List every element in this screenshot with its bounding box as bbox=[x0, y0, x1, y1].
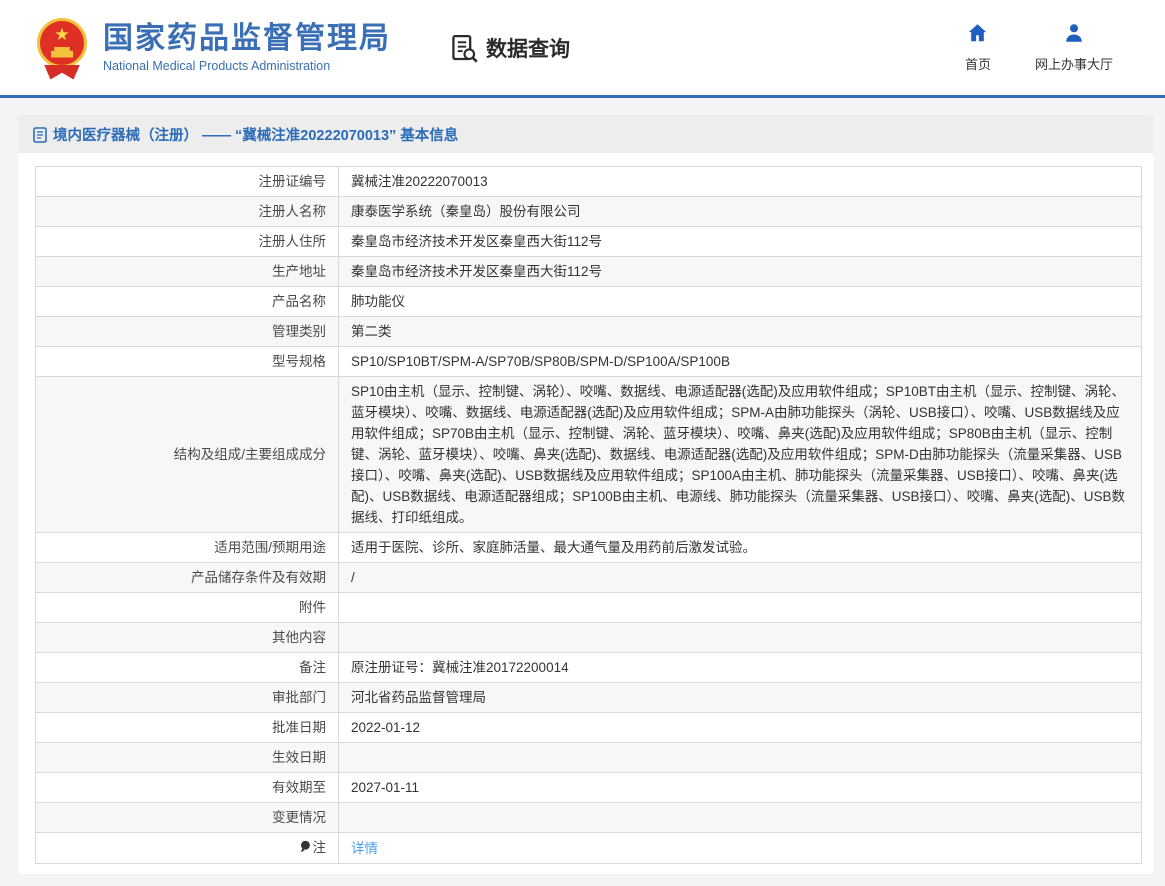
row-label: 适用范围/预期用途 bbox=[35, 532, 339, 563]
row-label: 变更情况 bbox=[35, 802, 339, 833]
table-row: 注详情 bbox=[35, 832, 1142, 864]
row-label: 生效日期 bbox=[35, 742, 339, 773]
nmpa-brand[interactable]: ★ 国家药品监督管理局 National Medical Products Ad… bbox=[35, 16, 391, 80]
org-name-en: National Medical Products Administration bbox=[103, 59, 331, 74]
nav-item-home-label: 首页 bbox=[964, 57, 991, 72]
row-label: 生产地址 bbox=[35, 256, 339, 287]
row-value: 适用于医院、诊所、家庭肺活量、最大通气量及用药前后激发试验。 bbox=[338, 532, 1142, 563]
table-row: 生产地址 秦皇岛市经济技术开发区秦皇西大街112号 bbox=[35, 256, 1142, 287]
row-label: 注册人住所 bbox=[35, 226, 339, 257]
row-value bbox=[338, 802, 1142, 833]
row-label: 审批部门 bbox=[35, 682, 339, 713]
row-value bbox=[338, 622, 1142, 653]
nav-item-service-hall-label: 网上办事大厅 bbox=[1034, 57, 1113, 72]
row-label: 结构及组成/主要组成成分 bbox=[35, 376, 339, 533]
registration-info-table: 注册证编号 冀械注准20222070013 注册人名称 康泰医学系统（秦皇岛）股份有限… bbox=[35, 166, 1142, 864]
table-row: 有效期至 2027-01-11 bbox=[35, 772, 1142, 803]
table-row: 生效日期 bbox=[35, 742, 1142, 773]
nav-item-service-hall[interactable]: 网上办事大厅 bbox=[1035, 22, 1113, 73]
table-row: 型号规格 SP10/SP10BT/SPM-A/SP70B/SP80B/SPM-D/… bbox=[35, 346, 1142, 377]
data-query-section: 数据查询 bbox=[449, 32, 570, 63]
row-label: 附件 bbox=[35, 592, 339, 623]
note-icon bbox=[299, 838, 311, 859]
table-row: 变更情况 bbox=[35, 802, 1142, 833]
row-label: 其他内容 bbox=[35, 622, 339, 653]
user-icon bbox=[1063, 22, 1085, 49]
row-value: 2022-01-12 bbox=[338, 712, 1142, 743]
table-row: 注册人名称 康泰医学系统（秦皇岛）股份有限公司 bbox=[35, 196, 1142, 227]
row-value bbox=[338, 592, 1142, 623]
details-link[interactable]: 详情 bbox=[351, 841, 378, 856]
site-header: ★ 国家药品监督管理局 National Medical Products Ad… bbox=[0, 0, 1165, 95]
row-value: 秦皇岛市经济技术开发区秦皇西大街112号 bbox=[338, 226, 1142, 257]
nav-item-home[interactable]: 首页 bbox=[965, 22, 991, 73]
content-card: 境内医疗器械（注册） —— “冀械注准20222070013” 基本信息 注册证… bbox=[18, 115, 1153, 874]
table-row: 产品储存条件及有效期 / bbox=[35, 562, 1142, 593]
table-row: 适用范围/预期用途 适用于医院、诊所、家庭肺活量、最大通气量及用药前后激发试验。 bbox=[35, 532, 1142, 563]
row-value: 第二类 bbox=[338, 316, 1142, 347]
header-nav: 首页 网上办事大厅 bbox=[965, 22, 1113, 73]
row-label: 注册证编号 bbox=[35, 166, 339, 197]
row-value: 河北省药品监督管理局 bbox=[338, 682, 1142, 713]
data-query-label: 数据查询 bbox=[486, 37, 570, 61]
header-divider bbox=[0, 95, 1165, 98]
table-row: 备注 原注册证号：冀械注准20172200014 bbox=[35, 652, 1142, 683]
table-row: 注册证编号 冀械注准20222070013 bbox=[35, 166, 1142, 197]
home-icon bbox=[966, 22, 989, 49]
row-value bbox=[338, 742, 1142, 773]
row-value: 详情 bbox=[338, 832, 1142, 864]
row-value: / bbox=[338, 562, 1142, 593]
table-row: 产品名称 肺功能仪 bbox=[35, 286, 1142, 317]
row-value: 原注册证号：冀械注准20172200014 bbox=[338, 652, 1142, 683]
row-value: 肺功能仪 bbox=[338, 286, 1142, 317]
table-row: 管理类别 第二类 bbox=[35, 316, 1142, 347]
table-row: 其他内容 bbox=[35, 622, 1142, 653]
row-value: 康泰医学系统（秦皇岛）股份有限公司 bbox=[338, 196, 1142, 227]
table-row: 批准日期 2022-01-12 bbox=[35, 712, 1142, 743]
row-label: 注 bbox=[35, 832, 339, 864]
info-table-body: 注册证编号 冀械注准20222070013 注册人名称 康泰医学系统（秦皇岛）股份有限… bbox=[35, 166, 1142, 864]
card-titlebar: 境内医疗器械（注册） —— “冀械注准20222070013” 基本信息 bbox=[18, 115, 1153, 153]
table-row: 结构及组成/主要组成成分 SP10由主机（显示、控制键、涡轮）、咬嘴、数据线、电源… bbox=[35, 376, 1142, 533]
table-row: 审批部门 河北省药品监督管理局 bbox=[35, 682, 1142, 713]
row-label: 备注 bbox=[35, 652, 339, 683]
row-label: 管理类别 bbox=[35, 316, 339, 347]
row-label: 注册人名称 bbox=[35, 196, 339, 227]
table-row: 附件 bbox=[35, 592, 1142, 623]
row-value: 2027-01-11 bbox=[338, 772, 1142, 803]
row-value: 秦皇岛市经济技术开发区秦皇西大街112号 bbox=[338, 256, 1142, 287]
org-name-cn: 国家药品监督管理局 bbox=[103, 21, 391, 55]
page-document-icon bbox=[33, 126, 47, 143]
row-label: 型号规格 bbox=[35, 346, 339, 377]
national-emblem-icon: ★ bbox=[35, 16, 89, 80]
table-row: 注册人住所 秦皇岛市经济技术开发区秦皇西大街112号 bbox=[35, 226, 1142, 257]
page-title: 境内医疗器械（注册） —— “冀械注准20222070013” 基本信息 bbox=[53, 127, 459, 144]
row-value: SP10由主机（显示、控制键、涡轮）、咬嘴、数据线、电源适配器(选配)及应用软件… bbox=[338, 376, 1142, 533]
row-label: 产品名称 bbox=[35, 286, 339, 317]
row-label: 产品储存条件及有效期 bbox=[35, 562, 339, 593]
row-value: SP10/SP10BT/SPM-A/SP70B/SP80B/SPM-D/SP10… bbox=[338, 346, 1142, 377]
row-value: 冀械注准20222070013 bbox=[338, 166, 1142, 197]
row-label: 有效期至 bbox=[35, 772, 339, 803]
document-search-icon bbox=[449, 33, 479, 63]
row-label: 批准日期 bbox=[35, 712, 339, 743]
